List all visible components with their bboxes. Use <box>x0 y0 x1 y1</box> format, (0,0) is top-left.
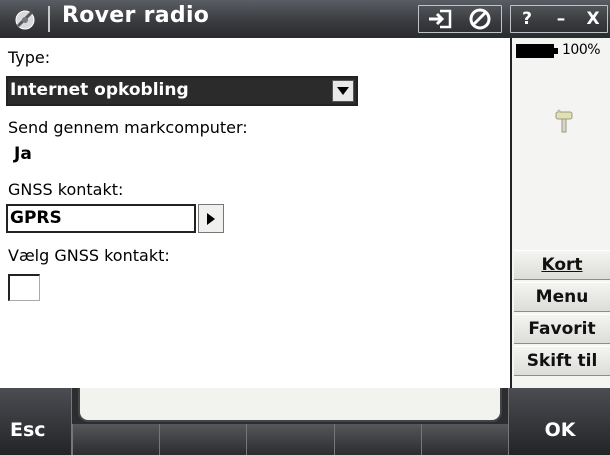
rover-antenna-icon[interactable] <box>552 108 576 134</box>
favorit-button-label: Favorit <box>528 319 596 339</box>
ok-button-label: OK <box>544 419 576 441</box>
side-panel: 100% Kort Menu Favorit Skift til <box>510 38 610 388</box>
kort-button-label: Kort <box>541 255 583 275</box>
function-key-row <box>72 424 509 455</box>
esc-button[interactable]: Esc <box>0 388 72 455</box>
gnss-contact-label: GNSS kontakt: <box>8 180 124 199</box>
function-key-1[interactable] <box>72 424 160 455</box>
battery-tip <box>554 48 558 54</box>
disable-button[interactable] <box>462 5 498 33</box>
status-message-field <box>78 388 502 422</box>
minimize-button[interactable]: – <box>548 5 574 33</box>
type-dropdown[interactable]: Internet opkobling <box>6 76 358 106</box>
no-entry-icon <box>469 8 491 30</box>
battery-percent: 100% <box>562 42 601 58</box>
ok-button[interactable]: OK <box>508 388 610 455</box>
function-key-5[interactable] <box>420 424 509 455</box>
favorit-button[interactable]: Favorit <box>514 314 610 344</box>
battery-icon <box>516 44 554 58</box>
title-separator <box>48 6 50 32</box>
type-label: Type: <box>8 48 51 67</box>
send-via-value: Ja <box>14 144 32 164</box>
gnss-contact-field[interactable]: GPRS <box>6 204 196 233</box>
send-via-label: Send gennem markcomputer: <box>8 118 248 137</box>
bottom-bar: Esc OK <box>0 388 610 455</box>
close-button[interactable]: X <box>580 5 606 33</box>
gnss-contact-value: GPRS <box>10 208 62 228</box>
select-gnss-label: Vælg GNSS kontakt: <box>8 246 170 265</box>
menu-button-label: Menu <box>535 287 589 307</box>
window-title: Rover radio <box>62 3 210 28</box>
form-panel: Type: Internet opkobling Send gennem mar… <box>0 38 510 388</box>
chevron-down-icon <box>337 87 349 95</box>
function-key-3[interactable] <box>246 424 334 455</box>
function-key-4[interactable] <box>333 424 421 455</box>
function-key-2[interactable] <box>159 424 247 455</box>
esc-button-label: Esc <box>10 419 46 441</box>
gnss-contact-select-button[interactable] <box>198 204 224 233</box>
type-dropdown-value: Internet opkobling <box>10 80 189 100</box>
help-button[interactable]: ? <box>514 5 540 33</box>
menu-button[interactable]: Menu <box>514 282 610 312</box>
dropdown-arrow-button[interactable] <box>332 80 354 102</box>
skift-til-button[interactable]: Skift til <box>514 346 610 376</box>
chevron-right-icon <box>207 212 215 225</box>
skift-til-button-label: Skift til <box>526 351 598 371</box>
arrow-exit-icon <box>429 9 452 29</box>
select-gnss-checkbox[interactable] <box>8 274 40 301</box>
exit-to-button[interactable] <box>422 5 458 33</box>
title-bar: Rover radio ? – X <box>0 0 610 38</box>
kort-button[interactable]: Kort <box>514 250 610 280</box>
radio-app-icon <box>15 10 35 30</box>
